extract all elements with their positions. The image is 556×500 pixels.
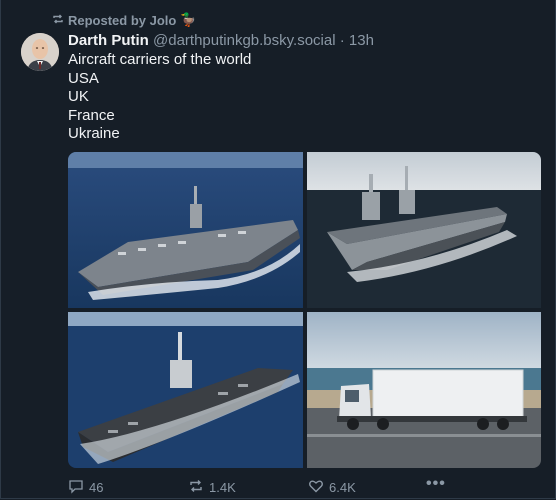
repost-count: 1.4K: [209, 480, 236, 495]
image-usa-carrier[interactable]: [68, 152, 303, 308]
avatar[interactable]: [21, 33, 59, 71]
image-france-carrier[interactable]: [68, 312, 303, 468]
post-header: Darth Putin @darthputinkgb.bsky.social ·…: [68, 32, 374, 49]
post-line-uk: UK: [68, 88, 89, 105]
more-icon: •••: [426, 475, 446, 492]
reply-icon: [68, 478, 84, 497]
post-actions: 46 1.4K 6.4K •••: [68, 475, 488, 497]
reply-count: 46: [89, 480, 104, 495]
repost-icon: [188, 478, 204, 497]
more-button[interactable]: •••: [426, 475, 446, 493]
repost-icon: [52, 13, 64, 28]
image-ukraine-truck[interactable]: [307, 312, 541, 468]
author-handle[interactable]: @darthputinkgb.bsky.social: [153, 32, 336, 49]
post-line-ukraine: Ukraine: [68, 125, 120, 142]
post-line-france: France: [68, 106, 115, 124]
post-text: Aircraft carriers of the world USA UK Fr…: [68, 51, 251, 144]
post-line-title: Aircraft carriers of the world: [68, 51, 252, 68]
post-line-usa: USA: [68, 69, 99, 87]
reply-button[interactable]: 46: [68, 478, 103, 497]
like-count: 6.4K: [329, 480, 356, 495]
repost-label[interactable]: Reposted by Jolo: [68, 13, 176, 28]
header-separator: ·: [339, 32, 345, 49]
repost-button[interactable]: 1.4K: [188, 478, 236, 497]
image-grid: [68, 152, 541, 468]
post-time[interactable]: 13h: [349, 32, 374, 49]
like-button[interactable]: 6.4K: [308, 478, 356, 497]
repost-emoji: 🦆: [180, 12, 197, 27]
like-icon: [308, 478, 324, 497]
image-uk-carrier[interactable]: [307, 152, 541, 308]
repost-indicator[interactable]: Reposted by Jolo 🦆: [52, 12, 197, 28]
author-name[interactable]: Darth Putin: [68, 32, 149, 49]
